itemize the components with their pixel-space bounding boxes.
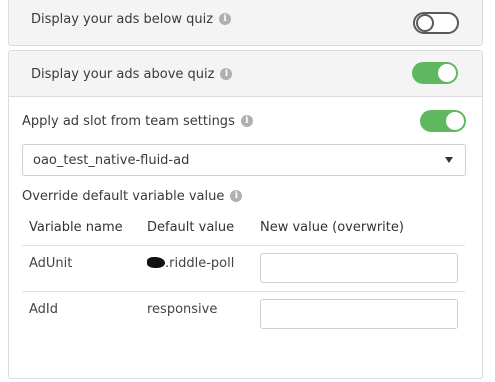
info-icon[interactable]: i — [219, 13, 232, 25]
toggle-knob — [446, 112, 464, 130]
table-divider — [22, 291, 465, 292]
redacted-mark — [147, 257, 165, 268]
above-quiz-label: Display your ads above quiz — [31, 66, 215, 82]
override-row: Override default variable value i — [22, 185, 243, 207]
toggle-knob — [416, 14, 434, 32]
ad-slot-select[interactable]: oao_test_native-fluid-ad — [22, 144, 466, 176]
below-quiz-label: Display your ads below quiz — [31, 11, 214, 27]
adunit-new-value-input[interactable] — [260, 253, 458, 283]
row-adid-name: AdId — [29, 302, 59, 317]
team-settings-label: Apply ad slot from team settings — [22, 113, 235, 129]
above-quiz-panel: Display your ads above quiz i Apply ad s… — [8, 50, 483, 379]
team-settings-row: Apply ad slot from team settings i — [22, 110, 253, 132]
row-adunit-name: AdUnit — [29, 256, 73, 271]
toggle-knob — [438, 64, 456, 82]
override-label: Override default variable value — [22, 188, 225, 204]
above-quiz-row: Display your ads above quiz i — [31, 63, 233, 85]
ad-slot-selected-value: oao_test_native-fluid-ad — [33, 152, 190, 168]
below-quiz-row: Display your ads below quiz i — [31, 8, 232, 30]
below-quiz-toggle[interactable] — [413, 12, 459, 34]
info-icon[interactable]: i — [240, 115, 253, 127]
header-new-value: New value (overwrite) — [260, 220, 404, 235]
table-divider — [22, 245, 465, 246]
below-quiz-panel: Display your ads below quiz i — [8, 0, 483, 46]
header-variable-name: Variable name — [29, 220, 123, 235]
row-adunit-default-suffix: .riddle-poll — [165, 256, 235, 271]
info-icon[interactable]: i — [220, 68, 233, 80]
above-quiz-toggle[interactable] — [412, 62, 458, 84]
team-settings-toggle[interactable] — [420, 110, 466, 132]
info-icon[interactable]: i — [230, 190, 243, 202]
row-adid-default: responsive — [147, 302, 218, 317]
header-default-value: Default value — [147, 220, 235, 235]
chevron-down-icon — [445, 157, 453, 163]
row-adunit-default: .riddle-poll — [147, 256, 234, 271]
adid-new-value-input[interactable] — [260, 299, 458, 329]
